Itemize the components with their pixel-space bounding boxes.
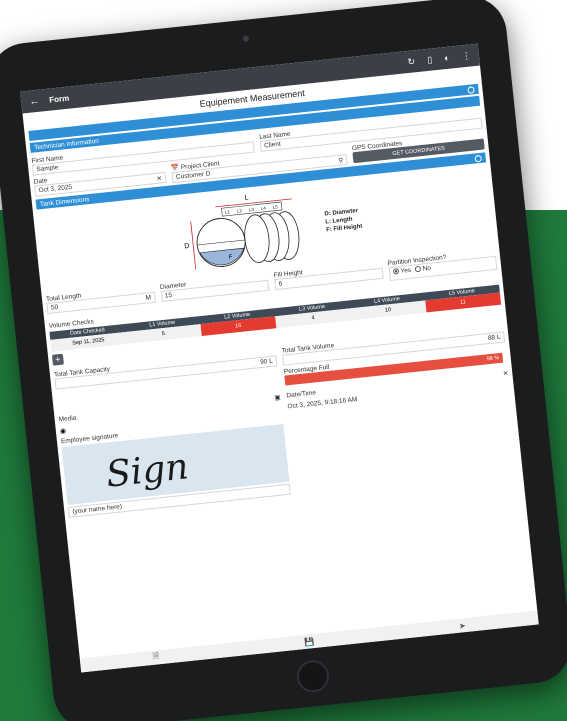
camera-icon bbox=[242, 35, 250, 43]
total-length-value: 50 bbox=[50, 303, 59, 312]
bookmark-icon[interactable]: ▯ bbox=[427, 54, 433, 64]
search-icon[interactable]: ⚲ bbox=[338, 156, 343, 164]
radio-yes[interactable] bbox=[392, 268, 399, 275]
tablet-screen: ← Form ↻ ▯ ◐ ⋮ Equipement Measurement ⌃ … bbox=[20, 43, 539, 673]
arrow-left-icon[interactable]: ← bbox=[29, 95, 40, 107]
project-client-value: Customer D bbox=[175, 170, 211, 181]
total-length-unit: M bbox=[145, 294, 152, 302]
refresh-icon[interactable]: ↻ bbox=[407, 56, 416, 67]
radio-yes-label: Yes bbox=[400, 266, 412, 275]
add-row-button[interactable]: + bbox=[51, 353, 64, 366]
document-icon[interactable]: 🗎 bbox=[152, 650, 160, 665]
diagram-segment-3: L3 bbox=[248, 207, 254, 213]
diagram-l-label: L bbox=[244, 194, 249, 201]
close-icon[interactable]: ✕ bbox=[502, 369, 509, 378]
total-volume-value: 88 bbox=[487, 334, 496, 343]
total-volume-unit: L bbox=[496, 333, 501, 342]
chevron-icon[interactable]: ⌃ bbox=[467, 85, 475, 94]
clear-date-icon[interactable]: ✕ bbox=[156, 174, 162, 183]
radio-no-label: No bbox=[422, 264, 432, 273]
image-icon[interactable]: ▣ bbox=[274, 393, 281, 402]
radio-no[interactable] bbox=[414, 266, 421, 273]
calendar-icon[interactable]: 📅 bbox=[171, 164, 180, 172]
diagram-segment-2: L2 bbox=[236, 208, 242, 214]
home-button[interactable] bbox=[295, 658, 331, 694]
total-capacity-unit: L bbox=[268, 357, 274, 366]
datetime-label: Date/Time bbox=[286, 389, 317, 400]
promo-stage: s ual nt ← Form ↻ ▯ ◐ ⋮ Equipement Measu… bbox=[0, 0, 567, 721]
signature-text: Sign bbox=[104, 446, 190, 495]
diagram-segment-1: L1 bbox=[225, 209, 231, 215]
diagram-segment-4: L4 bbox=[260, 206, 266, 212]
send-icon[interactable]: ➤ bbox=[458, 621, 466, 631]
diagram-segment-5: L5 bbox=[272, 204, 278, 210]
more-icon[interactable]: ⋮ bbox=[461, 50, 471, 61]
tablet-frame: ← Form ↻ ▯ ◐ ⋮ Equipement Measurement ⌃ … bbox=[0, 0, 567, 721]
tank-diagram-svg: L L1 L2 L3 L4 L5 D F bbox=[184, 194, 300, 270]
date-value: Oct 3, 2025 bbox=[38, 183, 73, 195]
diagram-legend: D: Diameter L: Length F: Fill Height bbox=[324, 207, 363, 235]
contrast-icon[interactable]: ◐ bbox=[444, 52, 450, 63]
media-label: Media bbox=[58, 414, 77, 424]
total-capacity-value: 90 bbox=[259, 358, 268, 367]
save-icon[interactable]: 💾 bbox=[304, 636, 315, 646]
chevron-icon[interactable]: ⌃ bbox=[474, 154, 483, 163]
diagram-d-label: D bbox=[184, 243, 190, 250]
